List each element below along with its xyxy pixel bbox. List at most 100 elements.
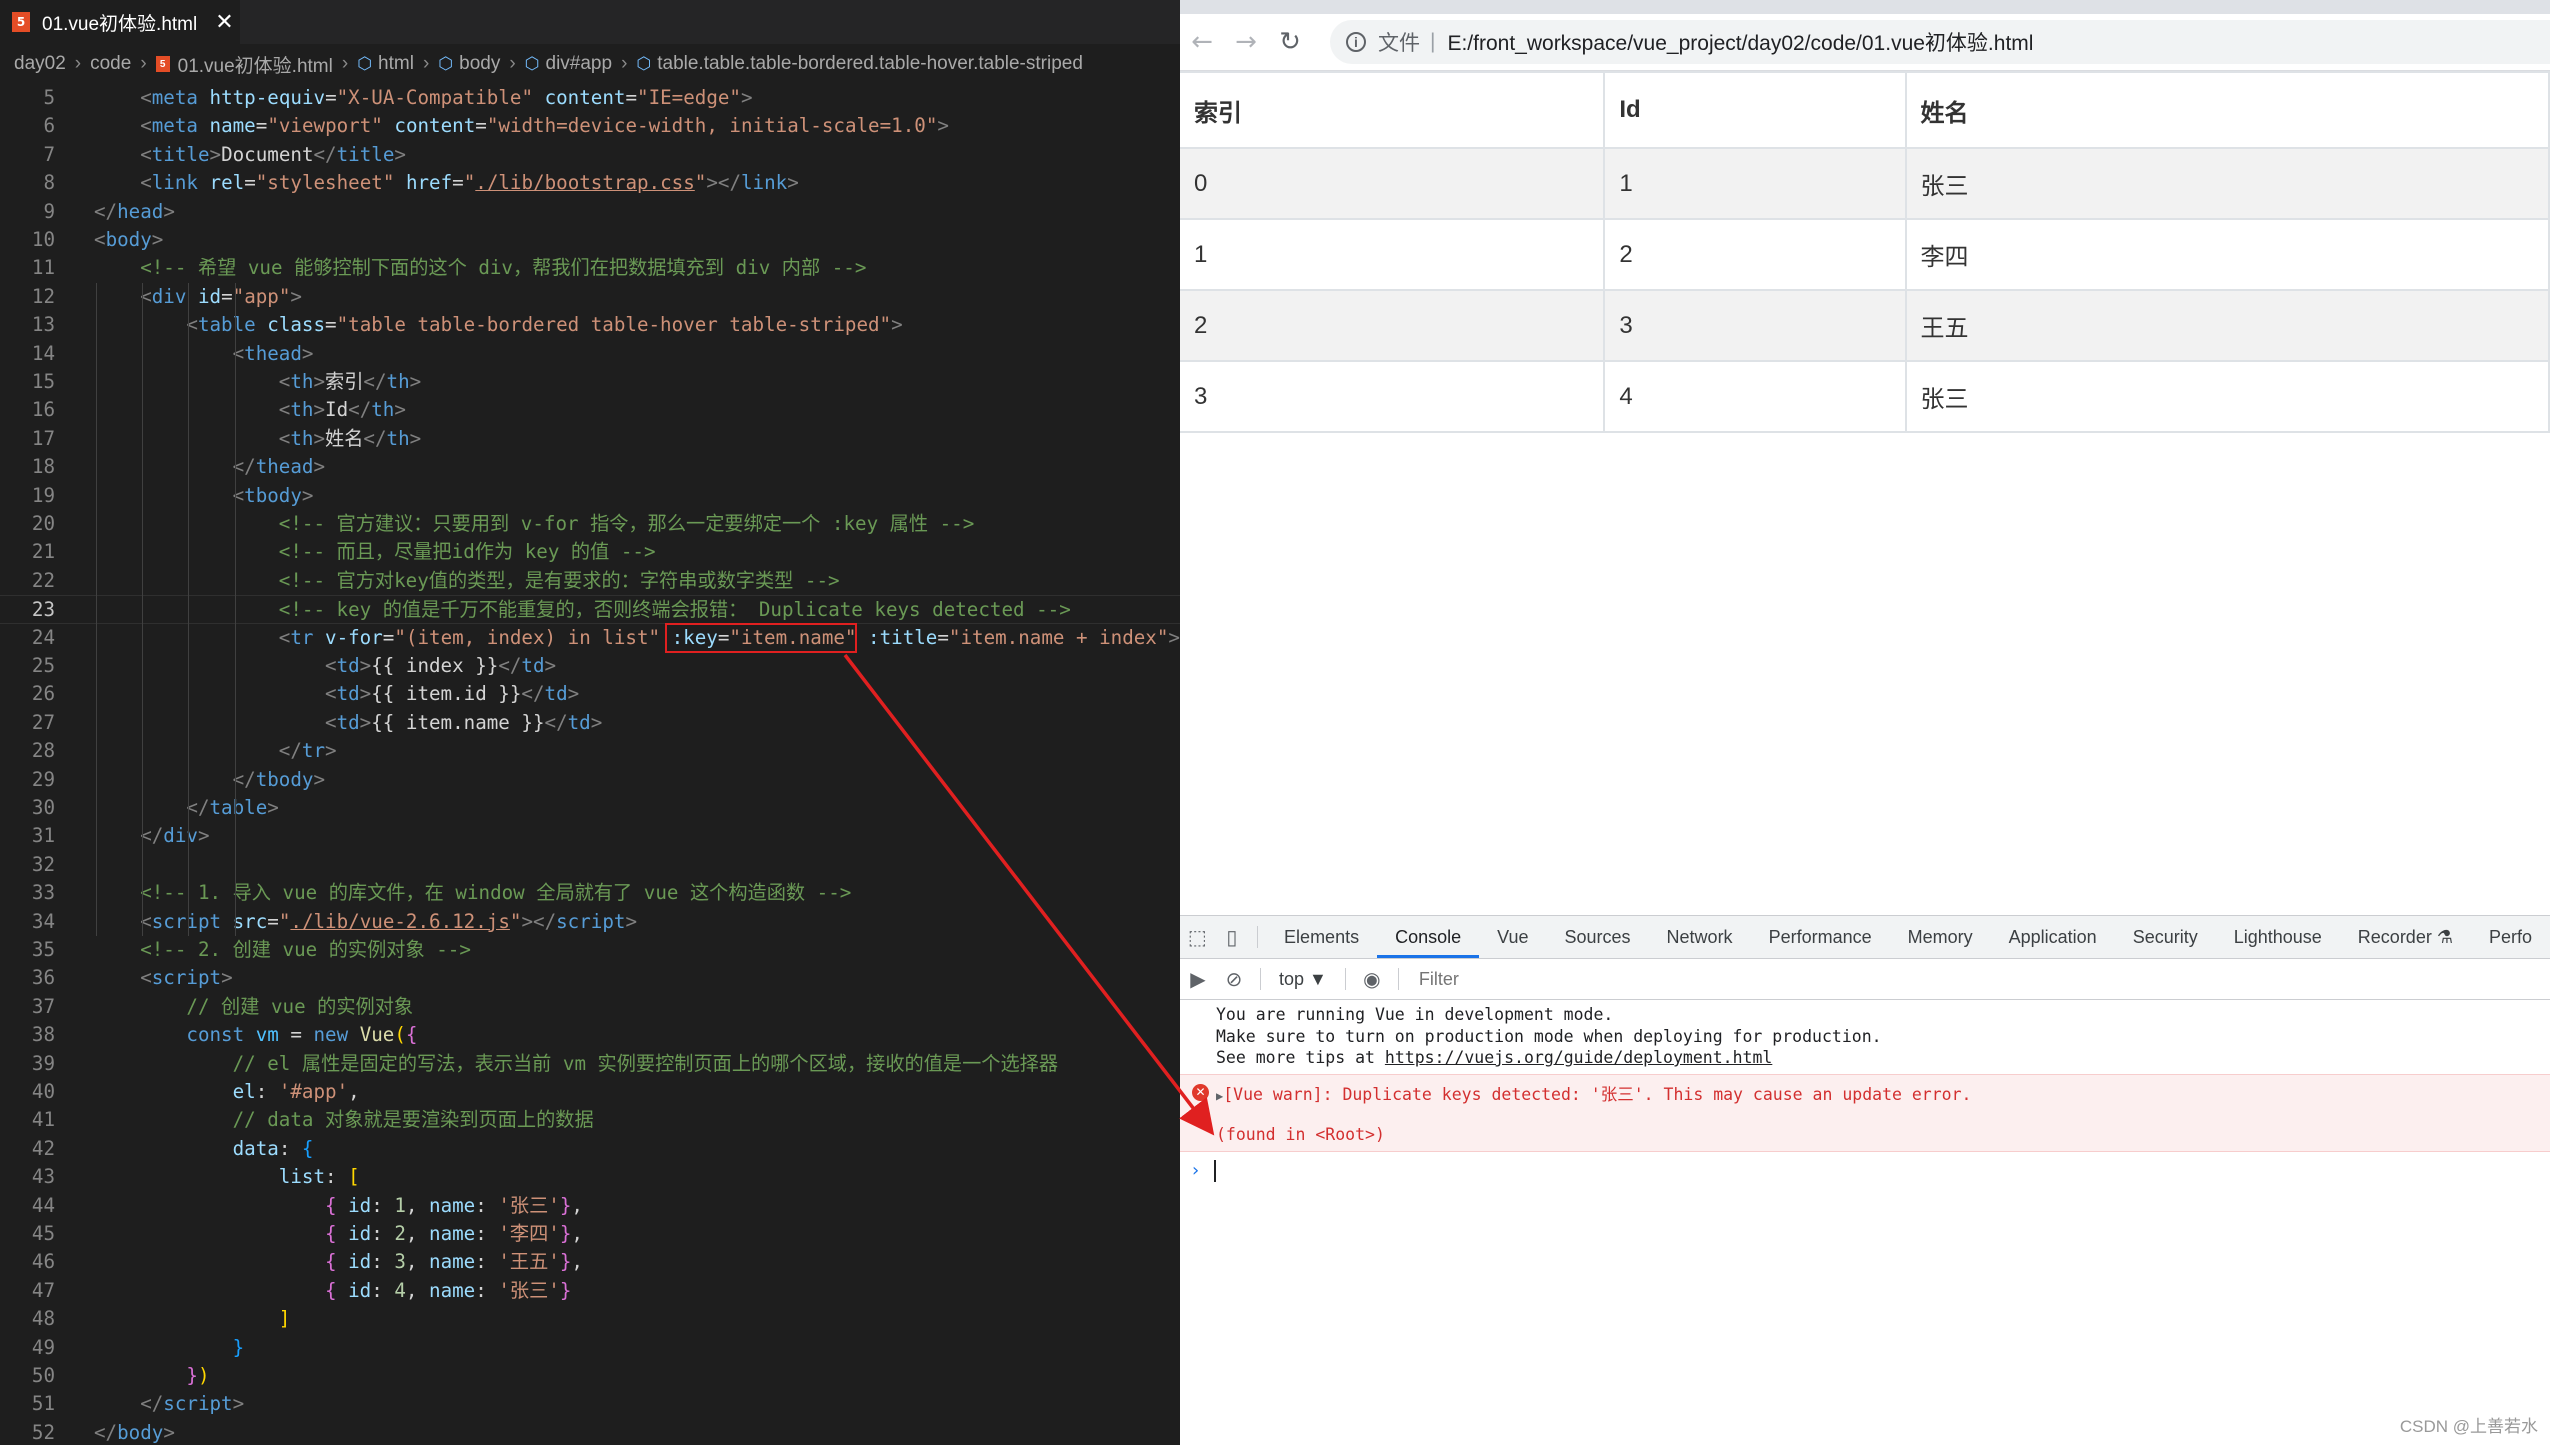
- code-line[interactable]: 12 <div id="app">: [0, 283, 1180, 311]
- info-icon[interactable]: i: [1346, 32, 1366, 52]
- code-line[interactable]: 15 <th>索引</th>: [0, 368, 1180, 396]
- code-area[interactable]: 5 <meta http-equiv="X-UA-Compatible" cont…: [0, 84, 1180, 1445]
- console-line: You are running Vue in development mode.: [1216, 1005, 1614, 1024]
- code-line[interactable]: 27 <td>{{ item.name }}</td>: [0, 709, 1180, 737]
- table-cell: 李四: [1904, 218, 2550, 291]
- clear-console-icon[interactable]: ⊘: [1216, 967, 1252, 992]
- code-line[interactable]: 52 </body>: [0, 1419, 1180, 1445]
- code-line[interactable]: 41 // data 对象就是要渲染到页面上的数据: [0, 1106, 1180, 1134]
- code-line[interactable]: 26 <td>{{ item.id }}</td>: [0, 680, 1180, 708]
- code-line[interactable]: 17 <th>姓名</th>: [0, 425, 1180, 453]
- code-line[interactable]: 13 <table class="table table-bordered tab…: [0, 311, 1180, 339]
- code-line[interactable]: 7 <title>Document</title>: [0, 141, 1180, 169]
- code-line[interactable]: 28 </tr>: [0, 737, 1180, 765]
- code-line[interactable]: 30 </table>: [0, 794, 1180, 822]
- table-cell: 1: [1603, 147, 1907, 220]
- code-line[interactable]: 21 <!-- 而且，尽量把id作为 key 的值 -->: [0, 538, 1180, 566]
- code-line[interactable]: 25 <td>{{ index }}</td>: [0, 652, 1180, 680]
- breadcrumb-item[interactable]: table.table.table-bordered.table-hover.t…: [657, 53, 1083, 75]
- code-line[interactable]: 9 </head>: [0, 198, 1180, 226]
- console-filter-input[interactable]: [1416, 967, 1721, 991]
- devtools-tab[interactable]: Application: [1991, 916, 2115, 958]
- code-line[interactable]: 20 <!-- 官方建议：只要用到 v-for 指令，那么一定要绑定一个 :key…: [0, 510, 1180, 538]
- code-line[interactable]: 5 <meta http-equiv="X-UA-Compatible" cont…: [0, 84, 1180, 112]
- warning-text[interactable]: ▶[Vue warn]: Duplicate keys detected: '张…: [1216, 1081, 1971, 1105]
- code-line[interactable]: 45 { id: 2, name: '李四'},: [0, 1220, 1180, 1248]
- line-number: 48: [31, 1307, 55, 1331]
- devtools-tab[interactable]: Perfo: [2471, 916, 2550, 958]
- breadcrumb-item[interactable]: html: [378, 53, 414, 75]
- code-line[interactable]: 29 </tbody>: [0, 766, 1180, 794]
- code-line[interactable]: 36 <script>: [0, 964, 1180, 992]
- breadcrumb-item[interactable]: 01.vue初体验.html: [178, 51, 333, 78]
- code-line[interactable]: 31 </div>: [0, 822, 1180, 850]
- console-input-caret[interactable]: [1214, 1160, 1216, 1182]
- code-line[interactable]: 6 <meta name="viewport" content="width=de…: [0, 112, 1180, 140]
- reload-icon[interactable]: ↻: [1268, 27, 1312, 57]
- devtools-tab[interactable]: Vue: [1479, 916, 1546, 958]
- code-line[interactable]: 51 </script>: [0, 1390, 1180, 1418]
- code-line[interactable]: 49}: [0, 1334, 1180, 1362]
- forward-icon[interactable]: →: [1224, 27, 1268, 57]
- back-icon[interactable]: ←: [1180, 27, 1224, 57]
- code-line[interactable]: 42 data: {: [0, 1135, 1180, 1163]
- line-number: 45: [31, 1222, 55, 1245]
- devtools-tab[interactable]: Security: [2115, 916, 2216, 958]
- code-line[interactable]: 35 <!-- 2. 创建 vue 的实例对象 -->: [0, 936, 1180, 964]
- code-line[interactable]: 23 <!-- key 的值是千万不能重复的，否则终端会报错： Duplicate…: [0, 595, 1180, 624]
- code-line[interactable]: 40 el: '#app',: [0, 1078, 1180, 1106]
- code-line[interactable]: 34 <script src="./lib/vue-2.6.12.js"></sc…: [0, 908, 1180, 936]
- code-line[interactable]: 50}): [0, 1362, 1180, 1390]
- code-line[interactable]: 18 </thead>: [0, 453, 1180, 481]
- eye-icon[interactable]: ◉: [1354, 967, 1390, 992]
- symbol-cube-icon: ⬡: [524, 54, 540, 73]
- table-row[interactable]: 0 1 张三: [1180, 147, 2550, 220]
- code-line[interactable]: 10 <body>: [0, 226, 1180, 254]
- code-line[interactable]: 33 <!-- 1. 导入 vue 的库文件，在 window 全局就有了 vue…: [0, 879, 1180, 907]
- inspect-element-icon[interactable]: ⬚: [1180, 925, 1215, 950]
- close-icon[interactable]: ✕: [215, 10, 233, 35]
- code-line[interactable]: 24 <tr v-for="(item, index) in list" :key…: [0, 624, 1180, 652]
- breadcrumb-item[interactable]: code: [90, 53, 131, 75]
- code-line[interactable]: 46 { id: 3, name: '王五'},: [0, 1248, 1180, 1276]
- code-line[interactable]: 11 <!-- 希望 vue 能够控制下面的这个 div，帮我们在把数据填充到 d…: [0, 254, 1180, 282]
- devtools-tab[interactable]: Recorder ⚗: [2340, 916, 2471, 958]
- warning-found-in: (found in <Root>): [1216, 1125, 1385, 1144]
- devtools-tab[interactable]: Network: [1649, 916, 1751, 958]
- url-text[interactable]: E:/front_workspace/vue_project/day02/cod…: [1447, 27, 2033, 57]
- devtools-tab[interactable]: Console: [1377, 916, 1480, 958]
- code-line[interactable]: 47 { id: 4, name: '张三'}: [0, 1277, 1180, 1305]
- code-text: { id: 1, name: '张三'},: [325, 1193, 583, 1217]
- code-line[interactable]: 16 <th>Id</th>: [0, 396, 1180, 424]
- code-line[interactable]: 32: [0, 851, 1180, 879]
- code-line[interactable]: 38 const vm = new Vue({: [0, 1021, 1180, 1049]
- devtools-tab[interactable]: Performance: [1751, 916, 1890, 958]
- code-line[interactable]: 8 <link rel="stylesheet" href="./lib/boot…: [0, 169, 1180, 197]
- context-selector[interactable]: top ▼: [1269, 969, 1337, 990]
- code-line[interactable]: 22 <!-- 官方对key值的类型，是有要求的：字符串或数字类型 -->: [0, 567, 1180, 595]
- code-line[interactable]: 44 { id: 1, name: '张三'},: [0, 1192, 1180, 1220]
- code-line[interactable]: 43 list: [: [0, 1163, 1180, 1191]
- devtools-tab[interactable]: Memory: [1890, 916, 1991, 958]
- address-bar[interactable]: i 文件 | E:/front_workspace/vue_project/da…: [1330, 20, 2550, 64]
- table-row[interactable]: 3 4 张三: [1180, 360, 2550, 433]
- editor-tab[interactable]: 5 01.vue初体验.html ✕: [0, 0, 240, 44]
- vue-dev-mode-message: You are running Vue in development mode.…: [1180, 1004, 1882, 1069]
- code-line[interactable]: 19 <tbody>: [0, 482, 1180, 510]
- deployment-link[interactable]: https://vuejs.org/guide/deployment.html: [1385, 1048, 1772, 1067]
- code-line[interactable]: 37 // 创建 vue 的实例对象: [0, 993, 1180, 1021]
- devtools-tab[interactable]: Elements: [1266, 916, 1377, 958]
- breadcrumb-item[interactable]: body: [459, 53, 500, 75]
- device-toolbar-icon[interactable]: ▯: [1215, 925, 1250, 950]
- devtools-tab[interactable]: Lighthouse: [2216, 916, 2340, 958]
- breadcrumb-item[interactable]: div#app: [546, 53, 613, 75]
- table-row[interactable]: 2 3 王五: [1180, 289, 2550, 362]
- breadcrumb-item[interactable]: day02: [14, 53, 66, 75]
- table-row[interactable]: 1 2 李四: [1180, 218, 2550, 291]
- line-number: 31: [31, 824, 55, 848]
- devtools-tab[interactable]: Sources: [1547, 916, 1649, 958]
- code-line[interactable]: 48]: [0, 1305, 1180, 1333]
- sidebar-toggle-icon[interactable]: ▶: [1180, 967, 1216, 992]
- code-line[interactable]: 14 <thead>: [0, 340, 1180, 368]
- code-line[interactable]: 39 // el 属性是固定的写法，表示当前 vm 实例要控制页面上的哪个区域，接…: [0, 1050, 1180, 1078]
